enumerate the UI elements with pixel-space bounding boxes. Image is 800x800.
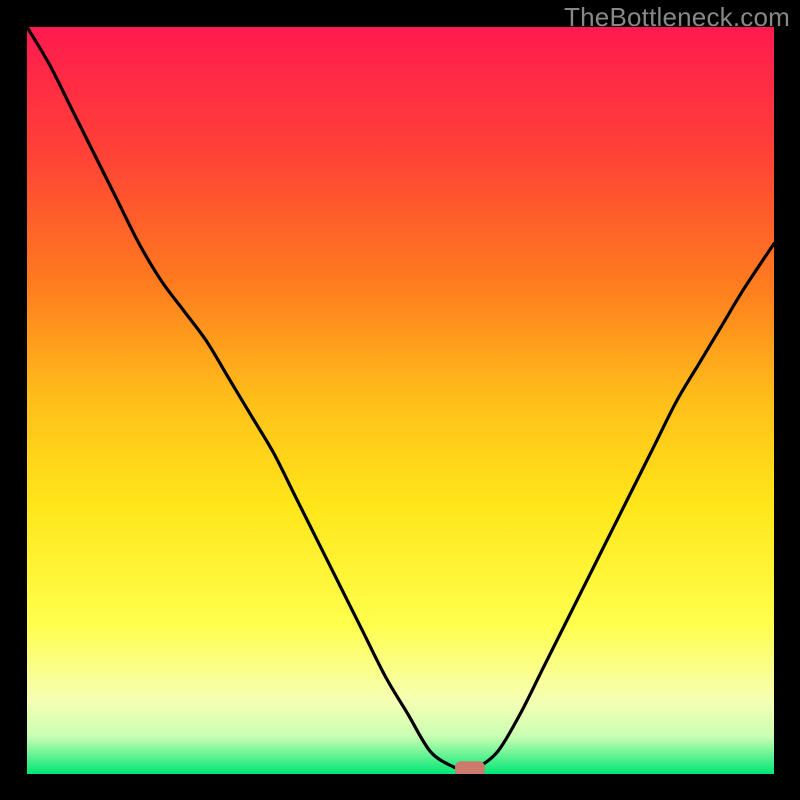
gradient-background [27, 27, 774, 774]
plot-area [27, 27, 774, 774]
watermark-text: TheBottleneck.com [564, 2, 790, 33]
chart-frame: TheBottleneck.com [0, 0, 800, 800]
bottleneck-chart-svg [27, 27, 774, 774]
optimal-point-marker [455, 761, 485, 774]
